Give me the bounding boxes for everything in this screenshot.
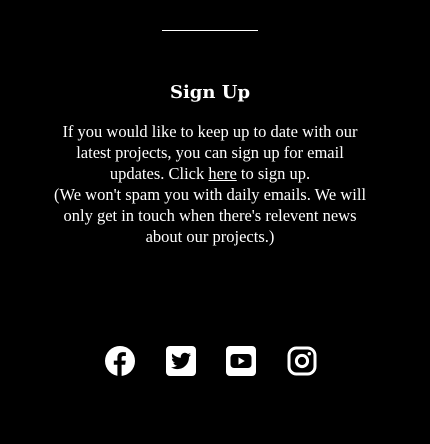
facebook-icon[interactable] [102, 343, 138, 379]
social-links [0, 343, 420, 379]
instagram-icon[interactable] [284, 343, 320, 379]
twitter-icon[interactable] [163, 343, 199, 379]
youtube-icon[interactable] [223, 343, 259, 379]
signup-heading: Sign Up [169, 82, 251, 103]
signup-text-after-link: to sign up. [236, 164, 311, 183]
signup-description: If you would like to keep up to date wit… [50, 121, 370, 247]
signup-note: (We won't spam you with daily emails. We… [53, 185, 367, 246]
signup-link[interactable]: here [208, 164, 236, 183]
section-divider [162, 30, 258, 31]
